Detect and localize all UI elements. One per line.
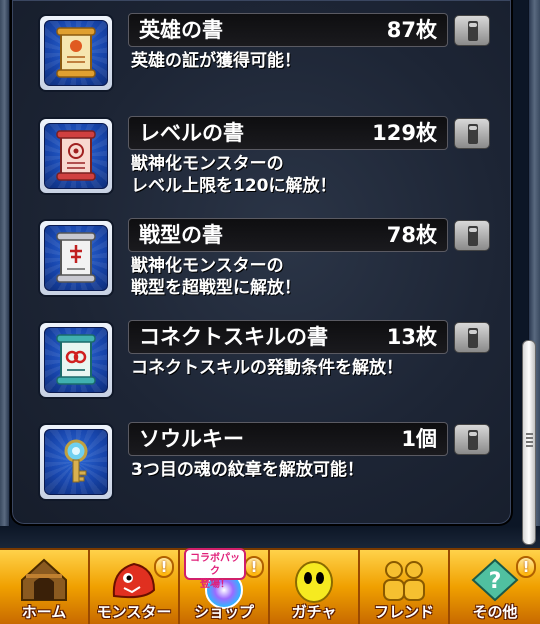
nav-monster[interactable]: ! モンスター — [90, 550, 180, 624]
nav-label: フレンド — [373, 603, 434, 621]
question-sign-icon: ? — [471, 558, 519, 602]
scroll-white-icon — [56, 232, 96, 283]
item-list-frame: 英雄の書 87枚 英雄の証が獲得可能！ レベルの書 129枚 獣神化モンスターの… — [0, 0, 540, 548]
item-name: 戦型の書 — [139, 223, 223, 247]
item-name-bar: 戦型の書 78枚 — [128, 218, 448, 252]
item-description: 獣神化モンスターの レベル上限を120に解放！ — [131, 154, 337, 196]
info-icon — [468, 328, 478, 348]
nav-friend[interactable]: フレンド — [360, 550, 450, 624]
item-description: 獣神化モンスターの 戦型を超戦型に解放！ — [131, 256, 301, 298]
nav-label: ホーム — [21, 603, 67, 621]
item-count: 1個 — [401, 427, 437, 451]
nav-gacha[interactable]: ガチャ — [270, 550, 360, 624]
item-name: ソウルキー — [139, 427, 244, 451]
item-description: コネクトスキルの発動条件を解放！ — [131, 358, 403, 378]
scroll-cyan-icon — [56, 334, 96, 385]
nav-other[interactable]: ? ! その他 — [450, 550, 540, 624]
item-icon-frame — [38, 219, 114, 297]
info-button[interactable] — [454, 118, 490, 149]
scrollbar[interactable] — [522, 340, 536, 545]
item-name-bar: レベルの書 129枚 — [128, 116, 448, 150]
nav-home[interactable]: ホーム — [0, 550, 90, 624]
item-icon-frame — [38, 321, 114, 399]
alert-badge: ! — [516, 556, 536, 578]
info-button[interactable] — [454, 220, 490, 251]
nav-label: ショップ — [193, 603, 254, 621]
list-item[interactable]: 戦型の書 78枚 獣神化モンスターの 戦型を超戦型に解放！ — [38, 218, 514, 313]
item-name: レベルの書 — [139, 121, 244, 145]
info-button[interactable] — [454, 15, 490, 46]
item-description: 英雄の証が獲得可能！ — [131, 51, 301, 71]
item-icon-frame — [38, 14, 114, 92]
item-name-bar: 英雄の書 87枚 — [128, 13, 448, 47]
item-icon-frame — [38, 117, 114, 195]
item-count: 129枚 — [372, 121, 437, 145]
item-name-bar: ソウルキー 1個 — [128, 422, 448, 456]
info-icon — [468, 124, 478, 144]
list-item[interactable]: コネクトスキルの書 13枚 コネクトスキルの発動条件を解放！ — [38, 320, 514, 415]
collab-pack-tag: コラボパック 登場！ — [184, 548, 246, 590]
frame-left-border — [0, 0, 10, 548]
item-name: コネクトスキルの書 — [139, 325, 328, 349]
home-icon — [21, 558, 67, 601]
gacha-egg-icon — [295, 561, 333, 603]
info-button[interactable] — [454, 322, 490, 353]
item-icon-frame — [38, 423, 114, 501]
bottom-nav: ホーム ! モンスター コラボパック 登場！ ! ショップ ガチャ フレンド ?… — [0, 548, 540, 624]
svg-text:?: ? — [489, 569, 502, 594]
alert-badge: ! — [244, 556, 264, 578]
nav-label: モンスター — [96, 603, 172, 621]
list-item[interactable]: レベルの書 129枚 獣神化モンスターの レベル上限を120に解放！ — [38, 116, 514, 211]
friend-icon — [383, 561, 425, 601]
item-count: 78枚 — [386, 223, 437, 247]
list-item[interactable]: ソウルキー 1個 3つ目の魂の紋章を解放可能！ — [38, 422, 514, 517]
item-name: 英雄の書 — [139, 18, 223, 42]
nav-label: その他 — [472, 603, 518, 621]
list-item[interactable]: 英雄の書 87枚 英雄の証が獲得可能！ — [38, 13, 514, 108]
item-description: 3つ目の魂の紋章を解放可能！ — [131, 460, 364, 480]
info-button[interactable] — [454, 424, 490, 455]
nav-label: ガチャ — [291, 603, 337, 621]
info-icon — [468, 21, 478, 41]
scroll-gold-icon — [56, 27, 96, 78]
item-count: 13枚 — [386, 325, 437, 349]
alert-badge: ! — [154, 556, 174, 578]
item-count: 87枚 — [386, 18, 437, 42]
nav-shop[interactable]: コラボパック 登場！ ! ショップ — [180, 548, 270, 624]
info-icon — [468, 226, 478, 246]
scroll-grip[interactable] — [526, 433, 533, 449]
info-icon — [468, 430, 478, 450]
key-icon — [64, 439, 88, 483]
item-name-bar: コネクトスキルの書 13枚 — [128, 320, 448, 354]
scroll-red-icon — [56, 130, 96, 181]
frame-bottom-border — [0, 526, 540, 548]
